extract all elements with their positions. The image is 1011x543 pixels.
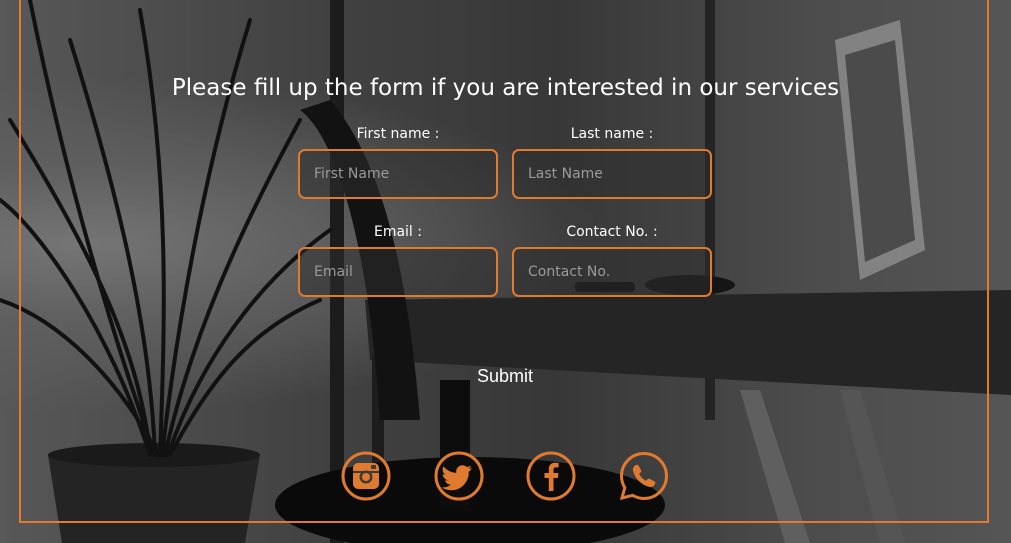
page: Please fill up the form if you are inter… bbox=[0, 0, 1011, 543]
submit-button[interactable]: Submit bbox=[390, 352, 620, 400]
last-name-label: Last name : bbox=[570, 126, 654, 142]
last-name-input[interactable] bbox=[512, 149, 712, 199]
first-name-label: First name : bbox=[356, 126, 440, 142]
facebook-icon[interactable] bbox=[526, 451, 576, 501]
contact-input[interactable] bbox=[512, 247, 712, 297]
page-title: Please fill up the form if you are inter… bbox=[171, 75, 840, 101]
twitter-icon[interactable] bbox=[434, 451, 484, 501]
contact-label: Contact No. : bbox=[566, 224, 658, 240]
instagram-icon[interactable] bbox=[341, 451, 391, 501]
email-input[interactable] bbox=[298, 247, 498, 297]
first-name-input[interactable] bbox=[298, 149, 498, 199]
email-label: Email : bbox=[373, 224, 422, 240]
whatsapp-icon[interactable] bbox=[619, 451, 669, 501]
